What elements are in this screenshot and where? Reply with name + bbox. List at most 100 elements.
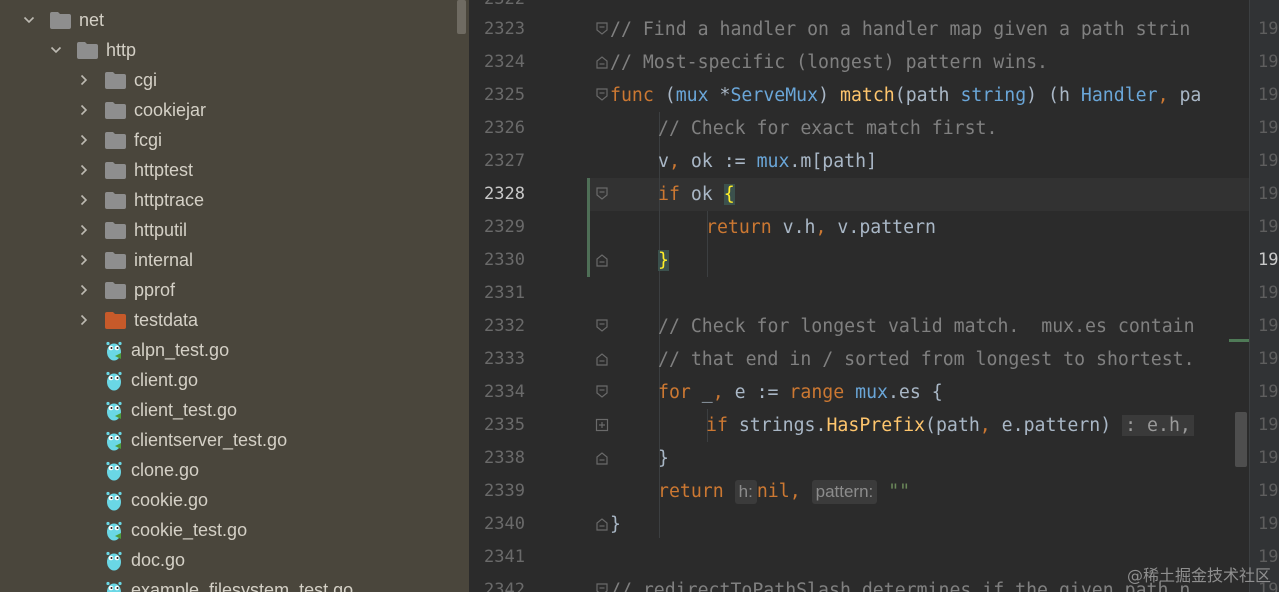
fold-open-icon[interactable] bbox=[595, 22, 609, 36]
tree-item-doc-go[interactable]: doc.go bbox=[0, 545, 469, 575]
code-line-2334[interactable]: for _, e := range mux.es { bbox=[658, 376, 943, 409]
code-line-2338[interactable]: } bbox=[658, 442, 669, 475]
folder-icon bbox=[105, 251, 126, 269]
watermark: @稀土掘金技术社区 bbox=[1126, 566, 1271, 585]
tree-item-httptrace[interactable]: httptrace bbox=[0, 185, 469, 215]
fold-close-icon[interactable] bbox=[595, 451, 609, 465]
folder-icon bbox=[105, 311, 126, 329]
code-line-2330[interactable]: } bbox=[658, 244, 669, 277]
tree-item-cookiejar[interactable]: cookiejar bbox=[0, 95, 469, 125]
editor-scrollbar[interactable] bbox=[1235, 412, 1247, 467]
code-editor[interactable]: 2322 23232324232523262327232823292330233… bbox=[469, 0, 1279, 592]
go-test-file-icon bbox=[105, 340, 123, 361]
diff-line-number: 19 bbox=[1258, 85, 1279, 105]
diff-line-number: 19 bbox=[1258, 316, 1279, 336]
line-number: 2331 bbox=[484, 283, 525, 303]
tree-item-label: httputil bbox=[134, 219, 188, 240]
code-line-2333[interactable]: // that end in / sorted from longest to … bbox=[658, 343, 1195, 376]
diff-line-number: 19 bbox=[1258, 217, 1279, 237]
keyword: return bbox=[658, 481, 724, 502]
diff-line-number: 19 bbox=[1258, 118, 1279, 138]
go-file-icon bbox=[105, 490, 123, 511]
code-line-2342[interactable]: // redirectToPathSlash determines if the… bbox=[610, 574, 1190, 592]
code-line-2340[interactable]: } bbox=[610, 508, 621, 541]
code-line-2335[interactable]: if strings.HasPrefix(path, e.pattern) : … bbox=[706, 409, 1194, 442]
code-line-2327[interactable]: v, ok := mux.m[path] bbox=[658, 145, 877, 178]
chevron-right-icon[interactable] bbox=[77, 283, 91, 297]
diff-line-number: 19 bbox=[1258, 250, 1279, 270]
punctuation: , bbox=[668, 151, 680, 172]
code-line-2325[interactable]: func (mux *ServeMux) match(path string) … bbox=[610, 79, 1201, 112]
tree-item-httputil[interactable]: httputil bbox=[0, 215, 469, 245]
tree-item-example-filesystem-test-go[interactable]: example_filesystem_test.go bbox=[0, 575, 469, 592]
punctuation: , bbox=[979, 415, 991, 436]
tree-item-label: httptest bbox=[134, 159, 194, 180]
chevron-right-icon[interactable] bbox=[77, 253, 91, 267]
tree-item-client-go[interactable]: client.go bbox=[0, 365, 469, 395]
code-line-2329[interactable]: return v.h, v.pattern bbox=[706, 211, 936, 244]
folder-icon bbox=[105, 191, 126, 209]
fold-close-icon[interactable] bbox=[595, 352, 609, 366]
fold-expand-icon[interactable] bbox=[595, 418, 609, 432]
diff-line-number: 19 bbox=[1258, 283, 1279, 303]
diff-line-number: 19 bbox=[1258, 448, 1279, 468]
fold-open-icon[interactable] bbox=[595, 583, 609, 592]
tree-item-cgi[interactable]: cgi bbox=[0, 65, 469, 95]
param-hint-pattern: pattern: bbox=[811, 480, 878, 504]
tree-item-clientserver-test-go[interactable]: clientserver_test.go bbox=[0, 425, 469, 455]
go-file-icon bbox=[105, 460, 123, 481]
code-line-2328[interactable]: if ok { bbox=[658, 178, 735, 211]
tree-item-label: cookie_test.go bbox=[131, 519, 248, 540]
tree-item-pprof[interactable]: pprof bbox=[0, 275, 469, 305]
code-line-2324[interactable]: // Most-specific (longest) pattern wins. bbox=[610, 46, 1048, 79]
code-line-2339[interactable]: return h: nil, pattern: "" bbox=[658, 475, 910, 508]
tree-item-client-test-go[interactable]: client_test.go bbox=[0, 395, 469, 425]
vcs-change-marker bbox=[587, 178, 590, 277]
keyword: func bbox=[610, 85, 654, 106]
fold-open-icon[interactable] bbox=[595, 385, 609, 399]
tree-item-label: client.go bbox=[131, 369, 199, 390]
tree-item-cookie-test-go[interactable]: cookie_test.go bbox=[0, 515, 469, 545]
code-line-2332[interactable]: // Check for longest valid match. mux.es… bbox=[658, 310, 1195, 343]
tree-item-net[interactable]: net bbox=[0, 5, 469, 35]
chevron-right-icon[interactable] bbox=[77, 223, 91, 237]
line-number: 2332 bbox=[484, 316, 525, 336]
fold-close-icon[interactable] bbox=[595, 517, 609, 531]
tree-item-httptest[interactable]: httptest bbox=[0, 155, 469, 185]
folder-icon bbox=[105, 161, 126, 179]
chevron-right-icon[interactable] bbox=[77, 73, 91, 87]
tree-item-label: clientserver_test.go bbox=[131, 429, 288, 450]
folder-icon bbox=[105, 131, 126, 149]
chevron-right-icon[interactable] bbox=[77, 133, 91, 147]
chevron-right-icon[interactable] bbox=[77, 313, 91, 327]
code-text: e := bbox=[723, 382, 790, 403]
code-text: v.pattern bbox=[826, 217, 936, 238]
punctuation: , bbox=[789, 481, 801, 502]
code-line-2323[interactable]: // Find a handler on a handler map given… bbox=[610, 13, 1190, 46]
code-text: } bbox=[658, 448, 669, 469]
tree-item-internal[interactable]: internal bbox=[0, 245, 469, 275]
code-text: } bbox=[610, 514, 621, 535]
fold-open-icon[interactable] bbox=[595, 187, 609, 201]
fold-close-icon[interactable] bbox=[595, 55, 609, 69]
folded-code-placeholder[interactable]: : e.h, bbox=[1122, 415, 1194, 436]
tree-item-testdata[interactable]: testdata bbox=[0, 305, 469, 335]
tree-item-fcgi[interactable]: fcgi bbox=[0, 125, 469, 155]
tree-item-cookie-go[interactable]: cookie.go bbox=[0, 485, 469, 515]
chevron-right-icon[interactable] bbox=[77, 103, 91, 117]
chevron-down-icon[interactable] bbox=[22, 13, 36, 27]
fold-open-icon[interactable] bbox=[595, 319, 609, 333]
chevron-down-icon[interactable] bbox=[49, 43, 63, 57]
code-line-2326[interactable]: // Check for exact match first. bbox=[658, 112, 997, 145]
chevron-right-icon[interactable] bbox=[77, 193, 91, 207]
tree-item-http[interactable]: http bbox=[0, 35, 469, 65]
chevron-right-icon[interactable] bbox=[77, 163, 91, 177]
fold-close-icon[interactable] bbox=[595, 253, 609, 267]
tree-item-label: cgi bbox=[134, 69, 158, 90]
fold-open-icon[interactable] bbox=[595, 88, 609, 102]
tree-item-alpn-test-go[interactable]: alpn_test.go bbox=[0, 335, 469, 365]
tree-item-label: testdata bbox=[134, 309, 199, 330]
tree-item-clone-go[interactable]: clone.go bbox=[0, 455, 469, 485]
tree-item-label: pprof bbox=[134, 279, 176, 300]
code-text: strings. bbox=[727, 415, 827, 436]
